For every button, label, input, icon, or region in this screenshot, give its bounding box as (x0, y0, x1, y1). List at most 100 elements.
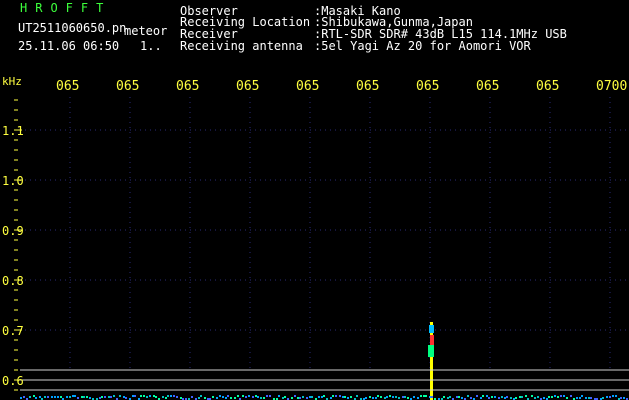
noise-speck (297, 397, 299, 399)
noise-speck (20, 397, 22, 399)
noise-speck (521, 396, 523, 398)
noise-speck (252, 396, 254, 398)
noise-speck (176, 396, 178, 398)
noise-speck (570, 395, 572, 397)
noise-speck (356, 395, 358, 397)
noise-speck (170, 395, 172, 397)
noise-speck (318, 396, 320, 398)
noise-speck (140, 395, 142, 397)
noise-speck (470, 397, 472, 399)
noise-speck (554, 395, 556, 397)
noise-speck (263, 397, 265, 399)
noise-speck (423, 395, 425, 397)
noise-speck (389, 395, 391, 397)
noise-speck (467, 395, 469, 397)
noise-speck (398, 397, 400, 399)
noise-speck (339, 395, 341, 397)
noise-speck (402, 396, 404, 398)
noise-speck (344, 396, 346, 398)
noise-speck (461, 397, 463, 399)
noise-speck (407, 397, 409, 399)
noise-speck (173, 395, 175, 397)
x-tick-label: 065 (356, 79, 380, 94)
noise-speck (510, 397, 512, 399)
noise-speck (237, 395, 239, 397)
y-tick-label: 0.6 (2, 374, 24, 388)
noise-speck (278, 395, 280, 397)
noise-speck (29, 396, 31, 398)
noise-speck (576, 397, 578, 399)
noise-speck (260, 397, 262, 399)
noise-speck (557, 396, 559, 398)
noise-speck (590, 397, 592, 399)
noise-speck (494, 396, 496, 398)
noise-speck (623, 397, 625, 399)
noise-speck (77, 397, 79, 399)
noise-speck (537, 396, 539, 398)
noise-speck (384, 397, 386, 399)
noise-speck (248, 395, 250, 397)
x-tick-label: 065 (476, 79, 500, 94)
noise-speck (69, 396, 71, 398)
noise-speck (581, 395, 583, 397)
noise-speck (488, 397, 490, 399)
noise-speck (548, 396, 550, 398)
noise-speck (204, 397, 206, 399)
noise-speck (266, 395, 268, 397)
noise-speck (66, 396, 68, 398)
noise-speck (212, 396, 214, 398)
noise-speck (588, 397, 590, 399)
noise-speck (225, 397, 227, 399)
noise-speck (612, 395, 614, 397)
noise-speck (350, 396, 352, 398)
noise-speck (89, 397, 91, 399)
noise-speck (534, 397, 536, 399)
noise-speck (44, 396, 46, 398)
noise-speck (620, 397, 622, 399)
noise-speck (149, 395, 151, 397)
noise-speck (482, 395, 484, 397)
noise-speck (200, 395, 202, 397)
noise-speck (108, 396, 110, 398)
noise-speck (380, 396, 382, 398)
y-tick-label: 0.8 (2, 274, 24, 288)
noise-speck (585, 397, 587, 399)
noise-speck (83, 396, 85, 398)
noise-speck (230, 397, 232, 399)
noise-speck (284, 396, 286, 398)
noise-speck (222, 396, 224, 398)
noise-speck (365, 397, 367, 399)
noise-speck (342, 396, 344, 398)
noise-speck (506, 396, 508, 398)
noise-speck (302, 396, 304, 398)
noise-speck (23, 396, 25, 398)
noise-speck (531, 395, 533, 397)
noise-speck (443, 396, 445, 398)
noise-speck (167, 395, 169, 397)
echo-peak (430, 335, 434, 345)
noise-speck (306, 397, 308, 399)
noise-speck (515, 397, 517, 399)
noise-speck (227, 395, 229, 397)
y-tick-label: 0.7 (2, 324, 24, 338)
noise-speck (456, 396, 458, 398)
noise-speck (257, 396, 259, 398)
noise-speck (395, 396, 397, 398)
echo-core (430, 322, 433, 400)
noise-speck (377, 395, 379, 397)
noise-speck (113, 395, 115, 397)
x-tick-label: 065 (536, 79, 560, 94)
noise-speck (57, 396, 59, 398)
noise-speck (125, 397, 127, 399)
noise-speck (369, 396, 371, 398)
noise-speck (504, 397, 506, 399)
noise-speck (219, 395, 221, 397)
x-tick-label: 0700 (596, 79, 628, 94)
noise-speck (563, 395, 565, 397)
noise-speck (480, 397, 482, 399)
noise-speck (332, 395, 334, 397)
y-axis-unit: kHz (2, 75, 22, 88)
noise-speck (51, 396, 53, 398)
noise-speck (245, 396, 247, 398)
noise-speck (180, 397, 182, 399)
